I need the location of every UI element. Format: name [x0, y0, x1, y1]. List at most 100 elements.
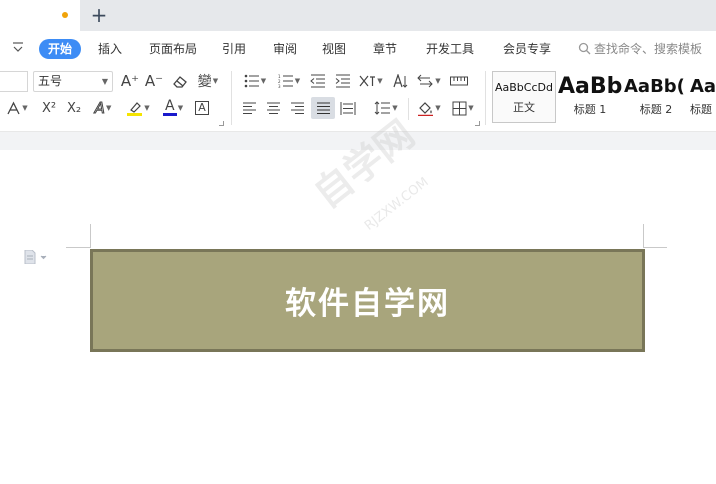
show-marks-button[interactable]	[448, 71, 470, 91]
line-spacing-button[interactable]: ▼	[370, 98, 402, 118]
paragraph-dialog-launcher[interactable]	[475, 121, 480, 126]
shading-button[interactable]: ▼	[414, 98, 444, 118]
chevron-down-icon: ▼	[377, 77, 383, 85]
sort-button[interactable]: ▼	[414, 71, 444, 91]
chinese-layout-icon	[359, 75, 376, 87]
font-color-button[interactable]: A ▼	[158, 98, 188, 118]
highlight-button[interactable]: ▼	[123, 98, 153, 118]
chevron-down-icon: ▼	[468, 104, 474, 112]
style-label-heading: 标题	[690, 103, 712, 116]
group-separator	[408, 98, 409, 120]
superscript-button[interactable]: X²	[38, 98, 60, 118]
paint-bucket-icon	[418, 101, 434, 116]
search-icon	[578, 42, 591, 55]
chevron-down-icon: ▼	[212, 77, 219, 85]
align-center-button[interactable]	[262, 98, 284, 118]
decrease-indent-icon	[310, 74, 325, 88]
font-dialog-launcher[interactable]	[219, 121, 224, 126]
numbered-list-button[interactable]: 123 ▼	[273, 71, 305, 91]
bullet-list-button[interactable]: ▼	[239, 71, 271, 91]
menu-tab-developer[interactable]: 开发工具	[426, 39, 474, 59]
unsaved-indicator-dot	[62, 12, 68, 18]
new-tab-button[interactable]: +	[90, 3, 108, 27]
menu-tab-member[interactable]: 会员专享	[503, 39, 551, 59]
menu-tab-view[interactable]: 视图	[322, 39, 346, 59]
chevron-down-icon: ▼	[105, 104, 112, 112]
line-spacing-icon	[374, 101, 391, 115]
shrink-font-icon: A⁻	[144, 72, 164, 90]
borders-icon	[452, 101, 467, 115]
style-heading-2[interactable]: AaBb( 标题 2	[624, 71, 688, 123]
align-left-button[interactable]	[238, 98, 260, 118]
phonetic-icon: 變	[197, 74, 212, 90]
shrink-font-button[interactable]: A⁻	[143, 71, 165, 91]
banner-textbox[interactable]: 软件自学网	[90, 249, 645, 352]
align-center-icon	[266, 102, 280, 114]
style-sample-heading: AaE	[690, 76, 716, 97]
search-placeholder: 查找命令、搜索模板	[594, 42, 703, 56]
borders-button[interactable]: ▼	[448, 98, 478, 118]
chevron-down-icon: ▼	[435, 104, 441, 112]
margin-corner-mark	[90, 224, 91, 248]
subscript-button[interactable]: X₂	[63, 98, 85, 118]
margin-corner-mark	[644, 247, 667, 248]
text-effect-button[interactable]: ▼	[3, 98, 31, 118]
menu-tab-references[interactable]: 引用	[222, 39, 246, 59]
menu-tab-chapter[interactable]: 章节	[373, 39, 397, 59]
grow-font-button[interactable]: A⁺	[119, 71, 141, 91]
paragraph-layout-icon[interactable]	[24, 250, 50, 264]
tab-bar: +	[0, 0, 716, 31]
menu-tab-review[interactable]: 审阅	[273, 39, 297, 59]
character-border-button[interactable]: A	[191, 98, 213, 118]
grow-font-icon: A⁺	[120, 72, 140, 90]
align-right-icon	[290, 102, 304, 114]
align-right-button[interactable]	[286, 98, 308, 118]
command-search[interactable]: 查找命令、搜索模板	[578, 39, 702, 59]
distributed-align-button[interactable]	[337, 98, 359, 118]
character-border-icon: A	[195, 101, 209, 115]
justify-icon	[316, 102, 330, 114]
font-color-icon: A	[162, 99, 177, 116]
collapse-chevron-icon[interactable]	[12, 41, 24, 55]
menu-tab-insert[interactable]: 插入	[98, 39, 122, 59]
text-direction-button[interactable]	[389, 71, 411, 91]
superscript-icon: X²	[41, 100, 57, 116]
menu-tab-page-layout[interactable]: 页面布局	[149, 39, 197, 59]
increase-indent-button[interactable]	[332, 71, 354, 91]
distributed-align-icon	[340, 101, 356, 115]
ruler-marks-icon	[450, 76, 468, 86]
chinese-layout-button[interactable]: ▼	[356, 71, 386, 91]
style-normal[interactable]: AaBbCcDd 正文	[492, 71, 556, 123]
font-name-combo[interactable]	[0, 71, 28, 92]
chevron-down-icon: ▼	[101, 77, 108, 86]
chevron-down-icon: ▼	[294, 77, 301, 85]
eraser-icon	[172, 75, 187, 88]
style-label-normal: 正文	[513, 101, 535, 114]
style-sample-normal: AaBbCcDd	[495, 81, 553, 94]
group-separator	[485, 71, 486, 125]
subscript-icon: X₂	[66, 100, 82, 116]
justify-button[interactable]	[311, 97, 335, 119]
font-size-combo[interactable]: 五号 ▼	[33, 71, 113, 92]
decrease-indent-button[interactable]	[307, 71, 329, 91]
chevron-down-icon: ▼	[260, 77, 267, 85]
ribbon-toolbar: 五号 ▼ A⁺ A⁻ 變 ▼ ▼ X² X₂ A ▼ ▼ A ▼ A ▼ 1 2…	[0, 65, 716, 132]
document-tab[interactable]	[0, 0, 80, 31]
menu-bar: 开始 插入 页面布局 引用 审阅 视图 章节 开发工具 会员专享 查找命令、搜索…	[0, 31, 716, 65]
text-outline-button[interactable]: A ▼	[88, 98, 118, 118]
banner-title: 软件自学网	[285, 286, 450, 322]
numbered-list-icon: 123	[278, 74, 293, 88]
sort-arrows-icon	[417, 74, 434, 88]
style-heading-1[interactable]: AaBb 标题 1	[558, 71, 622, 123]
svg-text:3: 3	[278, 84, 281, 88]
group-separator	[231, 71, 232, 125]
chevron-down-icon: ▼	[177, 104, 184, 112]
style-heading[interactable]: AaE 标题	[690, 71, 716, 123]
clear-format-button[interactable]	[169, 71, 191, 91]
text-effect-icon	[7, 101, 20, 114]
bullet-list-icon	[244, 74, 259, 88]
phonetic-guide-button[interactable]: 變 ▼	[194, 71, 222, 91]
text-direction-icon	[392, 74, 407, 88]
font-size-value: 五号	[38, 74, 63, 88]
menu-tab-home[interactable]: 开始	[39, 39, 82, 59]
